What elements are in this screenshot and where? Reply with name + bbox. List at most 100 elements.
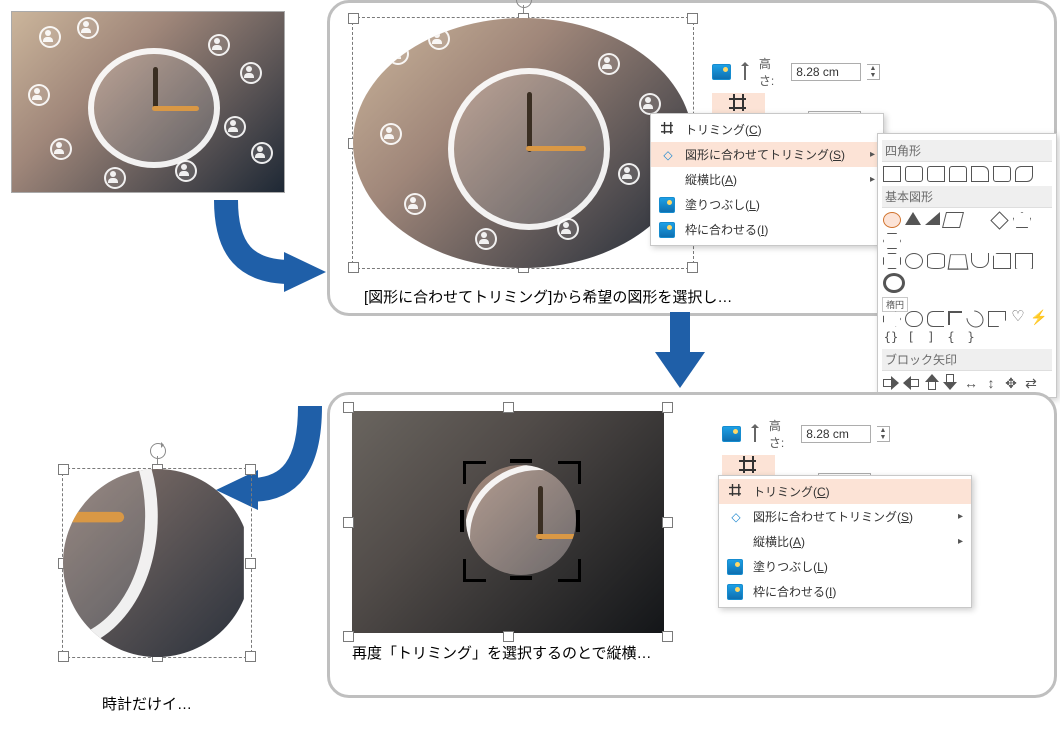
shape-snip-diag-rect[interactable]: [1015, 166, 1033, 182]
shape-diag-round-rect[interactable]: [993, 166, 1011, 182]
resize-handle[interactable]: [245, 464, 256, 475]
selection-box[interactable]: [352, 17, 694, 269]
shape-octagon[interactable]: [883, 253, 901, 269]
resize-handle[interactable]: [343, 631, 354, 642]
shape-rect[interactable]: [883, 166, 901, 182]
picture-icon: [722, 426, 741, 442]
height-label: 高さ:: [759, 55, 785, 89]
height-spinner[interactable]: ▲▼: [867, 64, 880, 80]
panel-step-crop-adjust: 高さ: 8.28 cm ▲▼ トリミング▾ 幅: 12.43 cm ▲▼ トリミ…: [327, 392, 1057, 698]
shape-l[interactable]: [948, 311, 962, 325]
rotate-handle[interactable]: [516, 0, 532, 8]
caption-result: 時計だけイ…: [102, 693, 192, 714]
shape-crop-icon: ◇: [659, 147, 677, 163]
resize-handle[interactable]: [343, 517, 354, 528]
resize-handle[interactable]: [343, 402, 354, 413]
crop-icon: [740, 457, 758, 475]
resize-handle[interactable]: [503, 631, 514, 642]
gallery-section-basic: 基本図形: [882, 186, 1052, 208]
height-icon: [749, 426, 763, 442]
picture-icon: [712, 64, 731, 80]
fit-icon: [727, 584, 745, 600]
height-label: 高さ:: [769, 417, 795, 451]
shape-crop-icon: ◇: [727, 509, 745, 525]
shape-chord[interactable]: [971, 253, 989, 268]
menu-fit[interactable]: 枠に合わせる(I): [651, 217, 883, 242]
shape-notched[interactable]: [988, 311, 1006, 327]
menu-fit[interactable]: 枠に合わせる(I): [719, 579, 971, 604]
shape-cube[interactable]: [948, 254, 969, 269]
shape-plaque[interactable]: [1015, 253, 1033, 269]
shape-bracket-r[interactable]: ]: [923, 331, 939, 345]
shape-folded[interactable]: [993, 253, 1011, 269]
shape-top-round-rect[interactable]: [949, 166, 967, 182]
fill-icon: [727, 559, 745, 575]
shape-rt-triangle[interactable]: [925, 212, 940, 225]
shape-donut[interactable]: [883, 273, 905, 293]
original-image: [11, 11, 285, 193]
menu-crop[interactable]: トリミング(C): [719, 479, 971, 504]
crop-icon: [659, 122, 677, 138]
shape-brace-l[interactable]: {}: [883, 331, 899, 345]
rotate-handle[interactable]: [150, 443, 166, 459]
menu-fill[interactable]: 塗りつぶし(L): [719, 554, 971, 579]
height-input[interactable]: 8.28 cm: [791, 63, 861, 81]
height-spinner[interactable]: ▲▼: [877, 426, 890, 442]
shape-bracket-l[interactable]: [: [903, 331, 919, 345]
submenu-arrow-icon: ▸: [958, 511, 963, 522]
menu-crop[interactable]: トリミング(C): [651, 117, 883, 142]
submenu-arrow-icon: ▸: [870, 149, 875, 160]
resize-handle[interactable]: [662, 631, 673, 642]
shape-gallery: 四角形 基本図形: [877, 133, 1057, 398]
crop-dropdown-menu: トリミング(C) ◇図形に合わせてトリミング(S)▸ 縦横比(A)▸ 塗りつぶし…: [718, 475, 972, 608]
crop-icon: [730, 95, 748, 113]
shape-trapezoid[interactable]: [966, 212, 986, 225]
menu-aspect-ratio[interactable]: 縦横比(A)▸: [651, 167, 883, 192]
shape-can[interactable]: [927, 253, 945, 269]
menu-crop-to-shape[interactable]: ◇図形に合わせてトリミング(S)▸: [719, 504, 971, 529]
menu-fill[interactable]: 塗りつぶし(L): [651, 192, 883, 217]
height-icon: [739, 64, 753, 80]
shape-circle[interactable]: [905, 253, 923, 269]
resize-handle[interactable]: [245, 651, 256, 662]
gallery-section-rect: 四角形: [882, 140, 1052, 162]
shape-right-callout-arrow[interactable]: [883, 311, 901, 327]
caption-step1: [図形に合わせてトリミング]から希望の図形を選択し…: [364, 286, 732, 307]
shape-diamond[interactable]: [990, 211, 1008, 229]
crop-dropdown-menu: トリミング(C) ◇図形に合わせてトリミング(S)▸ 縦横比(A)▸ 塗りつぶし…: [650, 113, 884, 246]
result-cropped-image: 時計だけイ…: [42, 438, 272, 698]
shape-brace-single-r[interactable]: }: [963, 331, 979, 345]
height-input[interactable]: 8.28 cm: [801, 425, 871, 443]
shape-triangle[interactable]: [905, 212, 921, 225]
shape-block-arrow-u[interactable]: [924, 374, 938, 390]
arrow-step2-icon: [650, 312, 710, 392]
shape-snip-rect[interactable]: [927, 166, 945, 182]
shape-brace-single-l[interactable]: {: [943, 331, 959, 345]
caption-step2: 再度「トリミング」を選択するのとで縦横…: [352, 642, 652, 663]
submenu-arrow-icon: ▸: [870, 174, 875, 185]
fit-icon: [659, 222, 677, 238]
shape-pill[interactable]: [905, 311, 923, 327]
shape-ellipse[interactable]: [883, 212, 901, 228]
menu-crop-to-shape[interactable]: ◇図形に合わせてトリミング(S)▸: [651, 142, 883, 167]
shape-parallelogram[interactable]: [942, 212, 964, 228]
resize-handle[interactable]: [503, 402, 514, 413]
shape-hexagon[interactable]: [883, 233, 901, 249]
shape-arc[interactable]: [963, 307, 987, 331]
panel-step-shape-crop: 高さ: 8.28 cm ▲▼ トリミング▾ 幅: 12.43 cm ▲▼ トリミ…: [327, 0, 1057, 316]
shape-block-arrow-d[interactable]: [944, 374, 958, 390]
resize-handle[interactable]: [662, 402, 673, 413]
ellipse-tooltip: 楕円: [882, 297, 908, 312]
fill-icon: [659, 197, 677, 213]
shape-one-round-rect[interactable]: [971, 166, 989, 182]
gallery-section-block: ブロック矢印: [882, 349, 1052, 371]
resize-handle[interactable]: [662, 517, 673, 528]
shape-block-arrow-l[interactable]: [903, 375, 919, 389]
menu-aspect-ratio[interactable]: 縦横比(A)▸: [719, 529, 971, 554]
arrow-step1-icon: [196, 200, 336, 300]
shape-round-rect[interactable]: [905, 166, 923, 182]
shape-left-round[interactable]: [927, 311, 944, 327]
crop-icon: [727, 484, 745, 500]
shape-pentagon[interactable]: [1013, 212, 1031, 228]
selection-box[interactable]: [62, 468, 252, 658]
